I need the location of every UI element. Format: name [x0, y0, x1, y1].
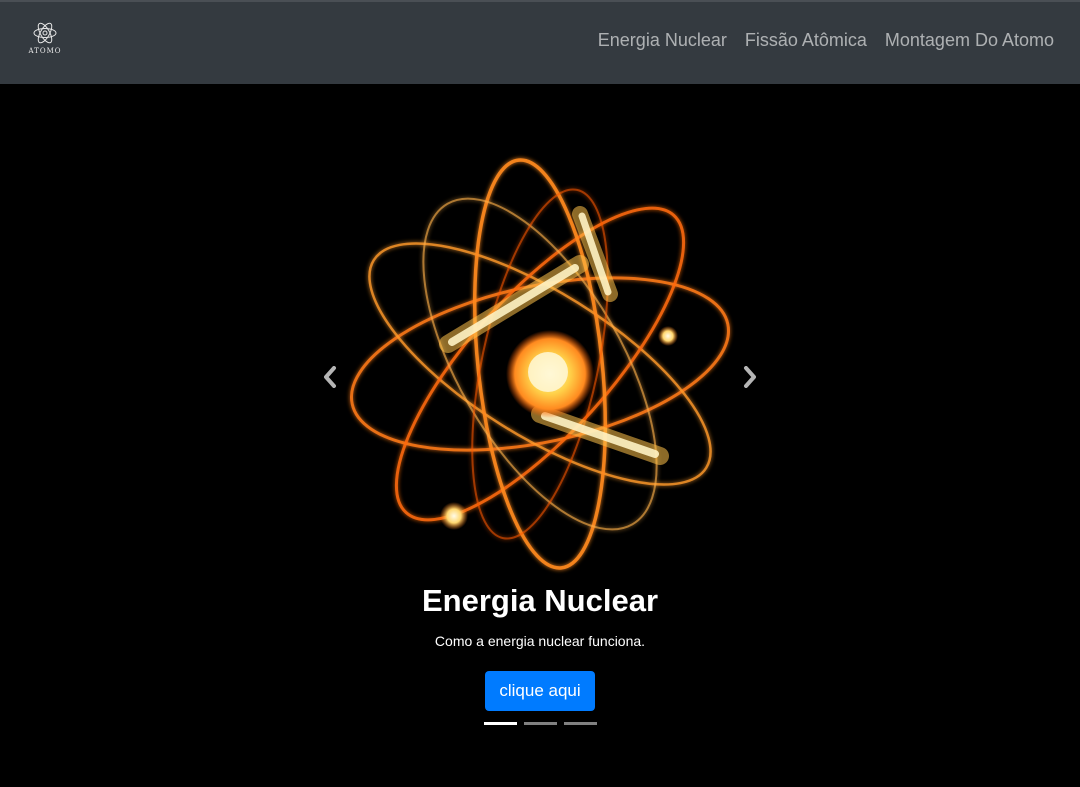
carousel: Energia Nuclear Como a energia nuclear f…	[0, 84, 1080, 787]
cta-button[interactable]: clique aqui	[485, 671, 595, 711]
slide-subtitle: Como a energia nuclear funciona.	[434, 633, 646, 649]
glowing-atom-image	[349, 158, 731, 570]
chevron-left-icon	[324, 366, 336, 388]
nav-link-montagem-do-atomo[interactable]: Montagem Do Atomo	[885, 30, 1054, 51]
carousel-caption: Energia Nuclear Como a energia nuclear f…	[0, 581, 1080, 711]
carousel-prev-button[interactable]	[318, 362, 342, 392]
carousel-indicator-3[interactable]	[564, 722, 597, 725]
carousel-indicator-2[interactable]	[524, 722, 557, 725]
brand-text: ATOMO	[28, 47, 62, 55]
carousel-indicator-1[interactable]	[484, 722, 517, 725]
chevron-right-icon	[744, 366, 756, 388]
carousel-indicators	[484, 722, 597, 725]
main-nav: Energia Nuclear Fissão Atômica Montagem …	[598, 30, 1054, 51]
nav-link-energia-nuclear[interactable]: Energia Nuclear	[598, 30, 727, 51]
slide-title: Energia Nuclear	[421, 583, 659, 618]
navbar: ATOMO Energia Nuclear Fissão Atômica Mon…	[0, 0, 1080, 84]
carousel-next-button[interactable]	[738, 362, 762, 392]
nav-link-fissao-atomica[interactable]: Fissão Atômica	[745, 30, 867, 51]
atom-logo-icon	[33, 22, 57, 44]
brand-logo[interactable]: ATOMO	[28, 20, 62, 60]
